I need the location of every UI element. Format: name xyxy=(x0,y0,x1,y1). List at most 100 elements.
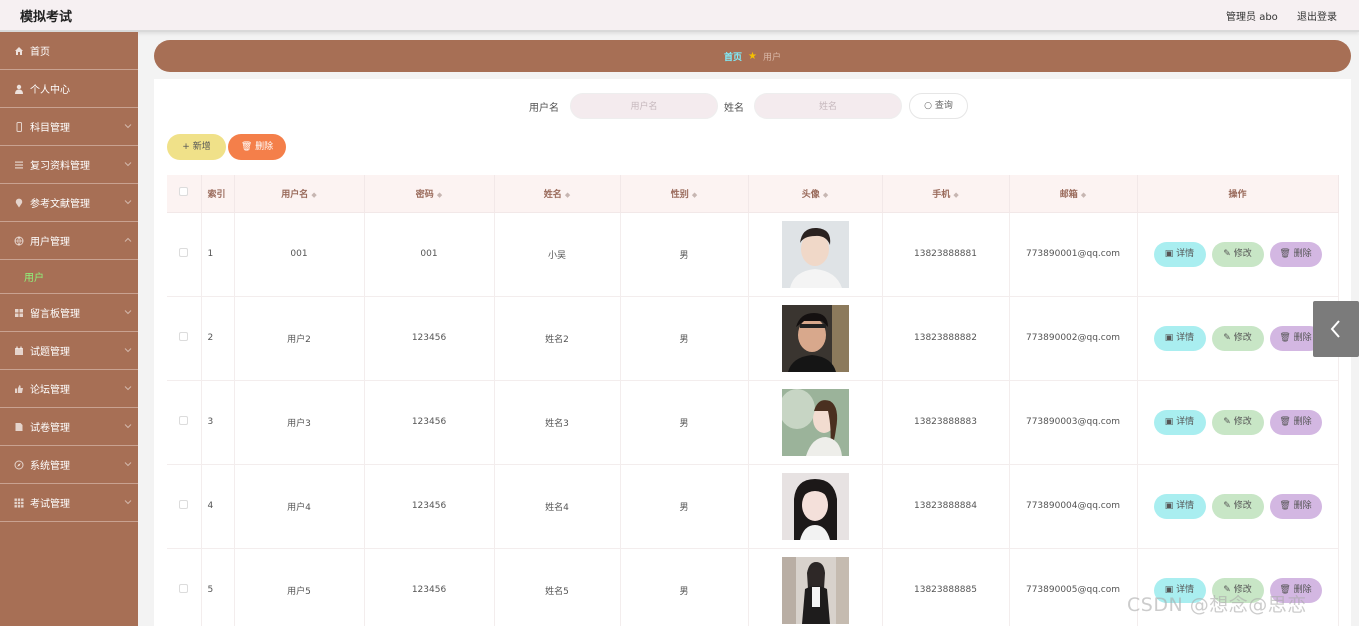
sort-icon: ◆ xyxy=(822,190,829,199)
search-icon: ○ xyxy=(924,101,932,111)
batch-delete-button[interactable]: 🗑 删除 xyxy=(228,134,286,160)
sidebar-item-profile[interactable]: 个人中心 xyxy=(0,70,138,108)
cell-email: 773890004@qq.com xyxy=(1009,464,1138,549)
sidebar-item-review-materials[interactable]: 复习资料管理 xyxy=(0,146,138,184)
cell-gender: 男 xyxy=(620,296,749,381)
chevron-up-icon xyxy=(124,237,132,242)
row-checkbox[interactable] xyxy=(167,212,202,297)
cell-email: 773890002@qq.com xyxy=(1009,296,1138,381)
cell-email: 773890005@qq.com xyxy=(1009,548,1138,626)
breadcrumb-home[interactable]: 首页 xyxy=(724,50,742,63)
header-email[interactable]: 邮箱 ◆ xyxy=(1009,175,1138,213)
username-label: 用户名 xyxy=(529,103,559,114)
header-gender[interactable]: 性别 ◆ xyxy=(620,175,749,213)
top-bar: 模拟考试 管理员 abo 退出登录 xyxy=(0,0,1359,32)
sidebar-item-home[interactable]: 首页 xyxy=(0,32,138,70)
row-checkbox[interactable] xyxy=(167,464,202,549)
add-button[interactable]: + 新增 xyxy=(167,134,226,160)
calendar-icon xyxy=(13,346,24,356)
cell-username: 用户3 xyxy=(234,380,365,465)
cell-password: 001 xyxy=(364,212,495,297)
plus-icon: + xyxy=(182,142,190,152)
edit-button[interactable]: ✎ 修改 xyxy=(1211,241,1264,267)
select-all-checkbox[interactable] xyxy=(167,175,202,213)
avatar[interactable] xyxy=(781,304,849,372)
delete-button[interactable]: 🗑 删除 xyxy=(1269,493,1322,519)
detail-button[interactable]: ▣ 详情 xyxy=(1153,241,1206,267)
admin-user-label[interactable]: 管理员 abo xyxy=(1226,12,1278,23)
cell-phone: 13823888883 xyxy=(882,380,1010,465)
avatar[interactable] xyxy=(781,556,849,624)
logout-link[interactable]: 退出登录 xyxy=(1297,12,1337,23)
cell-gender: 男 xyxy=(620,464,749,549)
sidebar-item-questions[interactable]: 试题管理 xyxy=(0,332,138,370)
sidebar-item-subjects[interactable]: 科目管理 xyxy=(0,108,138,146)
thumb-icon xyxy=(13,384,24,394)
username-search-input[interactable]: 用户名 xyxy=(570,93,718,119)
user-icon xyxy=(13,84,24,94)
star-icon: ★ xyxy=(748,50,757,62)
cell-email: 773890001@qq.com xyxy=(1009,212,1138,297)
edit-button[interactable]: ✎ 修改 xyxy=(1211,409,1264,435)
delete-button[interactable]: 🗑 删除 xyxy=(1269,241,1322,267)
chevron-left-icon xyxy=(1330,320,1340,338)
table-row: 2 用户2 123456 姓名2 男 13823888882 773890002… xyxy=(167,296,1339,381)
sidebar-item-system[interactable]: 系统管理 xyxy=(0,446,138,484)
detail-button[interactable]: ▣ 详情 xyxy=(1153,493,1206,519)
header-password[interactable]: 密码 ◆ xyxy=(364,175,495,213)
cell-ops: ▣ 详情 ✎ 修改 🗑 删除 xyxy=(1137,380,1339,465)
location-icon xyxy=(13,198,24,208)
sidebar-item-forum[interactable]: 论坛管理 xyxy=(0,370,138,408)
sort-icon: ◆ xyxy=(1080,190,1087,199)
cell-gender: 男 xyxy=(620,212,749,297)
chevron-down-icon xyxy=(124,500,132,505)
delete-button[interactable]: 🗑 删除 xyxy=(1269,409,1322,435)
row-checkbox[interactable] xyxy=(167,380,202,465)
sidebar-subitem-users[interactable]: 用户 xyxy=(0,260,138,294)
avatar[interactable] xyxy=(781,220,849,288)
cell-phone: 13823888881 xyxy=(882,212,1010,297)
edit-button[interactable]: ✎ 修改 xyxy=(1211,325,1264,351)
chevron-down-icon xyxy=(124,162,132,167)
sidebar-item-user-management[interactable]: 用户管理 xyxy=(0,222,138,260)
detail-button[interactable]: ▣ 详情 xyxy=(1153,409,1206,435)
name-search-input[interactable]: 姓名 xyxy=(754,93,902,119)
cell-ops: ▣ 详情 ✎ 修改 🗑 删除 xyxy=(1137,296,1339,381)
cell-username: 用户2 xyxy=(234,296,365,381)
cell-ops: ▣ 详情 ✎ 修改 🗑 删除 xyxy=(1137,212,1339,297)
sidebar-item-message-board[interactable]: 留言板管理 xyxy=(0,294,138,332)
sidebar-item-exams[interactable]: 考试管理 xyxy=(0,484,138,522)
watermark: CSDN @想念@思恋 xyxy=(1127,594,1307,616)
row-checkbox[interactable] xyxy=(167,548,202,626)
detail-button[interactable]: ▣ 详情 xyxy=(1153,325,1206,351)
header-avatar[interactable]: 头像 ◆ xyxy=(748,175,883,213)
main-content: 首页 ★ 用户 用户名 用户名 姓名 姓名 ○ 查询 + 新增 🗑 删除 索引 … xyxy=(154,40,1351,626)
header-phone[interactable]: 手机 ◆ xyxy=(882,175,1010,213)
header-name[interactable]: 姓名 ◆ xyxy=(494,175,621,213)
sort-icon: ◆ xyxy=(436,190,443,199)
collapse-toggle[interactable] xyxy=(1313,301,1359,357)
sidebar-item-label: 科目管理 xyxy=(30,123,70,134)
avatar[interactable] xyxy=(781,388,849,456)
row-checkbox[interactable] xyxy=(167,296,202,381)
cell-name: 姓名2 xyxy=(494,296,621,381)
cell-index: 3 xyxy=(201,380,235,465)
cell-index: 4 xyxy=(201,464,235,549)
sidebar-item-papers[interactable]: 试卷管理 xyxy=(0,408,138,446)
cell-password: 123456 xyxy=(364,380,495,465)
cell-phone: 13823888882 xyxy=(882,296,1010,381)
cell-index: 1 xyxy=(201,212,235,297)
cell-name: 姓名4 xyxy=(494,464,621,549)
cell-gender: 男 xyxy=(620,380,749,465)
content-panel: 用户名 用户名 姓名 姓名 ○ 查询 + 新增 🗑 删除 索引 用户名 ◆ 密码… xyxy=(154,79,1351,626)
edit-button[interactable]: ✎ 修改 xyxy=(1211,493,1264,519)
header-username[interactable]: 用户名 ◆ xyxy=(234,175,365,213)
globe-icon xyxy=(13,236,24,246)
query-button[interactable]: ○ 查询 xyxy=(909,93,968,119)
sidebar-item-label: 复习资料管理 xyxy=(30,161,90,172)
cell-phone: 13823888884 xyxy=(882,464,1010,549)
sidebar-item-references[interactable]: 参考文献管理 xyxy=(0,184,138,222)
name-label: 姓名 xyxy=(724,103,744,114)
chevron-down-icon xyxy=(124,348,132,353)
avatar[interactable] xyxy=(781,472,849,540)
